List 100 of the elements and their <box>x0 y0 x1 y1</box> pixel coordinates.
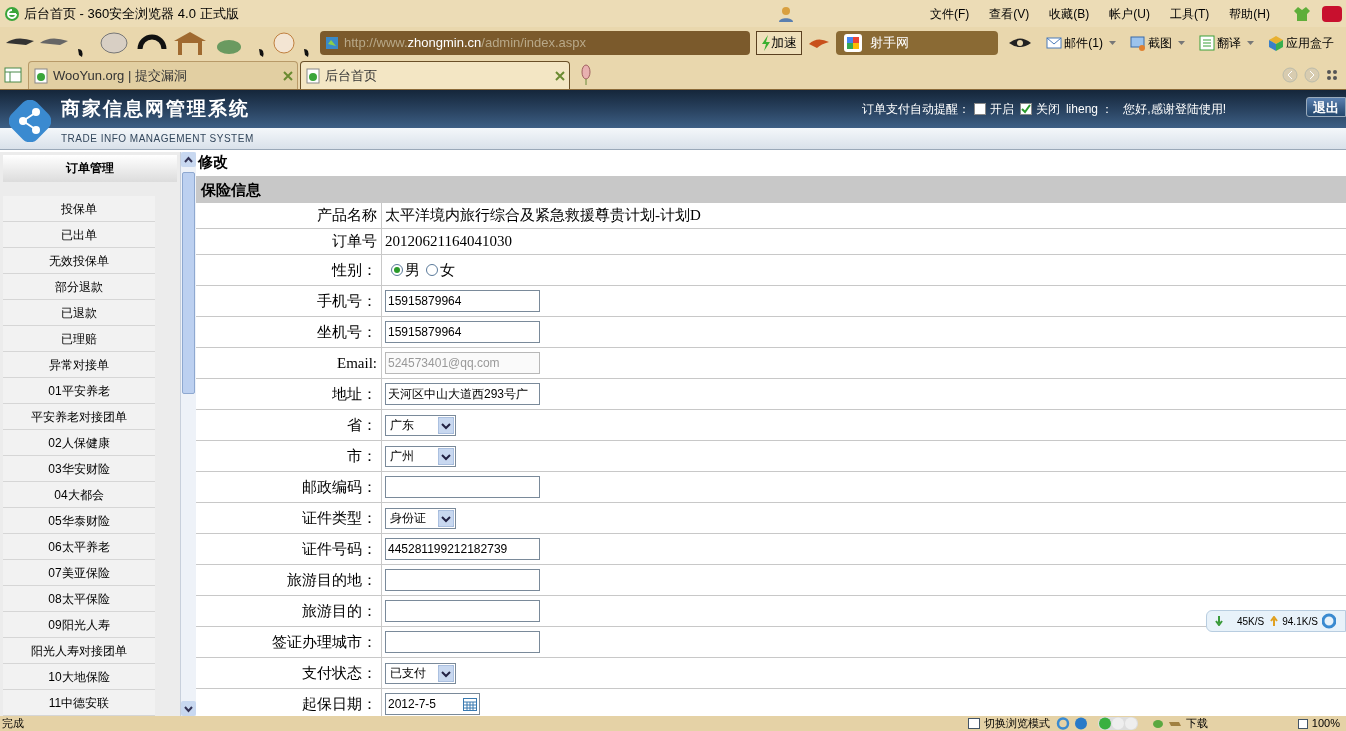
input-field[interactable] <box>385 476 540 498</box>
search-field[interactable]: 射手网 <box>835 30 999 55</box>
sidebar-item[interactable]: 10大地保险 <box>3 664 155 690</box>
browser-tab[interactable]: 后台首页 <box>300 61 570 89</box>
close-icon[interactable] <box>283 70 293 81</box>
mail-icon <box>1046 34 1063 51</box>
caret-icon <box>1178 40 1185 45</box>
zoom-icon <box>1297 718 1308 729</box>
close-icon[interactable] <box>555 70 565 81</box>
input-field[interactable] <box>385 569 540 591</box>
sidebar-item[interactable]: 部分退款 <box>3 274 155 300</box>
field-value: 20120621164041030 <box>385 232 512 252</box>
sidebar-item[interactable]: 阳光人寿对接团单 <box>3 638 155 664</box>
sidebar-item[interactable]: 11中德安联 <box>3 690 155 716</box>
toolbar-button[interactable]: 邮件(1) <box>1046 33 1116 52</box>
select-field[interactable]: 身份证 <box>385 507 456 529</box>
shirt-icon <box>1294 6 1310 21</box>
toolbar-button[interactable]: 截图 <box>1130 33 1185 52</box>
screenshot-icon <box>1130 34 1146 51</box>
field-label: 省： <box>347 415 377 435</box>
input-field[interactable] <box>385 631 540 653</box>
address-bar[interactable]: http://www.zhongmin.cn/admin/index.aspx <box>320 30 750 55</box>
menu-item[interactable]: 文件(F) <box>930 4 970 23</box>
input-field[interactable]: 15915879964 <box>385 321 540 343</box>
sidebar-item[interactable]: 05华泰财险 <box>3 508 155 534</box>
sidebar-item[interactable]: 06太平养老 <box>3 534 155 560</box>
ie-icon <box>1321 613 1336 629</box>
browser-logo-icon <box>4 5 20 22</box>
sidebar-item[interactable]: 已退款 <box>3 300 155 326</box>
sidebar-item[interactable]: 04大都会 <box>3 482 155 508</box>
sidebar-item[interactable]: 09阳光人寿 <box>3 612 155 638</box>
checkbox-label: 开启 <box>989 101 1014 118</box>
section-header: 保险信息 <box>196 176 1346 203</box>
upload-speed: 94.1K/S <box>1282 614 1318 629</box>
select-field[interactable]: 广东 <box>385 414 456 436</box>
field-label: 签证办理城市： <box>272 632 377 652</box>
field-label: 证件类型： <box>302 508 377 528</box>
caret-icon <box>1247 40 1254 45</box>
scrollbar[interactable] <box>180 152 196 716</box>
sidebar-item[interactable]: 01平安养老 <box>3 378 155 404</box>
status-text: 完成 <box>2 716 24 731</box>
status-item[interactable]: 100% <box>1311 715 1340 731</box>
logout-button[interactable]: 退出 <box>1306 97 1346 117</box>
menu-item[interactable]: 查看(V) <box>989 4 1030 23</box>
date-field[interactable]: 2012-7-5 <box>385 693 480 715</box>
sidebar-item[interactable]: 无效投保单 <box>3 248 155 274</box>
sidebar-title: 订单管理 <box>3 155 177 182</box>
field-label: 订单号 <box>332 232 377 252</box>
dropdown-icon <box>438 664 454 682</box>
user-icon <box>778 5 794 22</box>
eye-icon <box>1008 36 1033 49</box>
sidebar-item[interactable]: 02人保健康 <box>3 430 155 456</box>
field-label: 证件号码： <box>302 539 377 559</box>
sidebar-item[interactable]: 异常对接单 <box>3 352 155 378</box>
radio-label: 女 <box>440 259 455 280</box>
menu-item[interactable]: 帐户(U) <box>1109 4 1150 23</box>
window-icon <box>967 718 980 729</box>
checkbox[interactable] <box>1019 103 1032 115</box>
toggle-icon <box>1097 717 1138 730</box>
status-item[interactable]: 下载 <box>1185 715 1208 731</box>
grid-icon[interactable] <box>1326 69 1338 81</box>
input-field[interactable]: 天河区中山大道西293号广 <box>385 383 540 405</box>
field-label: 手机号： <box>317 291 377 311</box>
sidebar-item[interactable]: 投保单 <box>3 196 155 222</box>
sidebar-item[interactable]: 08太平保险 <box>3 586 155 612</box>
input-field[interactable]: 445281199212182739 <box>385 538 540 560</box>
ie-icon <box>1055 717 1070 730</box>
sidebar-item[interactable]: 平安养老对接团单 <box>3 404 155 430</box>
app-subtitle: TRADE INFO MANAGEMENT SYSTEM <box>61 132 255 146</box>
status-item[interactable]: 切换浏览模式 <box>983 715 1050 731</box>
menu-item[interactable]: 工具(T) <box>1170 4 1210 23</box>
radio-button[interactable] <box>391 264 403 276</box>
menu-item[interactable]: 收藏(B) <box>1049 4 1090 23</box>
sidebar-item[interactable]: 已出单 <box>3 222 155 248</box>
menu-item[interactable]: 帮助(H) <box>1229 4 1270 23</box>
app-title: 商家信息网管理系统 <box>61 96 250 121</box>
select-field[interactable]: 广州 <box>385 445 456 467</box>
back-icon[interactable] <box>1282 67 1298 83</box>
toolbar-button[interactable]: 翻译 <box>1199 33 1254 52</box>
field-label: 地址： <box>332 384 377 404</box>
sidebar-item[interactable]: 已理赔 <box>3 326 155 352</box>
scroll-thumb[interactable] <box>182 172 195 394</box>
sidebar-item[interactable]: 07美亚保险 <box>3 560 155 586</box>
input-field[interactable]: 15915879964 <box>385 290 540 312</box>
google-icon <box>843 33 862 52</box>
sidebar-item[interactable]: 03华安财险 <box>3 456 155 482</box>
field-label: Email: <box>337 353 377 373</box>
input-field[interactable] <box>385 600 540 622</box>
scroll-down-icon <box>181 701 196 716</box>
browser-tab[interactable]: WooYun.org | 提交漏洞 <box>28 61 298 89</box>
toolbar-button[interactable]: 应用盒子 <box>1268 33 1334 52</box>
flag-icon <box>1322 5 1342 22</box>
forward-icon[interactable] <box>1304 67 1320 83</box>
sidebar-toggle-icon[interactable] <box>4 67 22 83</box>
radio-button[interactable] <box>426 264 438 276</box>
select-field[interactable]: 已支付 <box>385 662 456 684</box>
greeting-text: 您好,感谢登陆使用! <box>1123 101 1226 118</box>
username: liheng ： <box>1065 101 1114 118</box>
speedup-button[interactable]: 加速 <box>755 30 802 55</box>
checkbox[interactable] <box>973 103 986 115</box>
